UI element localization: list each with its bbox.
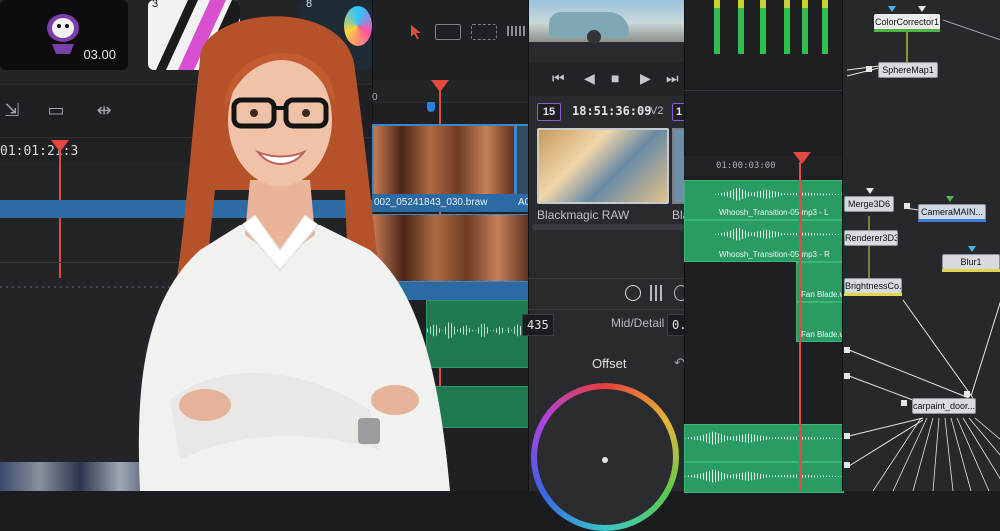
audio-track-right[interactable]: Whoosh_Transition-05.mp3 - R	[684, 220, 844, 262]
reverse-icon[interactable]: ◀	[584, 70, 595, 87]
color-wheels-icon[interactable]	[625, 285, 641, 301]
audio-meter	[738, 0, 744, 54]
clip-codec-label: Blackmagic RAW	[537, 208, 630, 222]
stop-icon[interactable]: ■	[611, 70, 619, 86]
node-color-bar	[918, 219, 986, 222]
node-input-icon	[866, 188, 874, 194]
node-sphere-map[interactable]: SphereMap1	[878, 62, 938, 78]
node-input-icon	[946, 196, 954, 202]
audio-clip-label: Whoosh_Transition-05.mp3 - L	[719, 208, 829, 217]
playhead-line	[799, 162, 801, 491]
node-camera[interactable]: CameraMAIN...	[918, 204, 986, 220]
audio-meter	[784, 0, 790, 54]
dynamic-trim-icon[interactable]	[471, 24, 497, 40]
node-port[interactable]	[844, 373, 850, 379]
play-icon[interactable]: ▶	[640, 70, 651, 87]
color-tools-toolbar	[528, 278, 688, 310]
node-color-bar	[942, 269, 1000, 272]
node-port[interactable]	[844, 347, 850, 353]
filmstrip-icon[interactable]	[507, 26, 527, 36]
audio-meter	[714, 0, 720, 54]
offset-wheel-label: Offset	[592, 356, 627, 371]
node-port[interactable]	[866, 66, 872, 72]
audio-meter	[802, 0, 808, 54]
clip-strip-scrollbar[interactable]	[532, 224, 684, 230]
node-port[interactable]	[904, 203, 910, 209]
car-wheel	[587, 30, 601, 44]
hand	[371, 385, 419, 415]
node-blur[interactable]: Blur1	[942, 254, 1000, 270]
overwrite-icon[interactable]: ▭	[44, 99, 68, 121]
node-color-corrector[interactable]: ColorCorrector1	[874, 14, 940, 30]
node-input-icon	[918, 6, 926, 12]
node-color-bar	[844, 293, 902, 296]
divider	[684, 90, 842, 91]
node-port[interactable]	[901, 400, 907, 406]
audio-track-ambience-2[interactable]	[684, 462, 844, 493]
audio-meter	[760, 0, 766, 54]
split-clip-icon[interactable]: ⇹	[92, 99, 116, 121]
audio-meter	[822, 0, 828, 54]
node-input-icon	[968, 246, 976, 252]
audio-clip-fan-blade-2[interactable]: Fan Blade.w	[796, 302, 844, 342]
audio-clip-label: Fan Blade.w	[801, 330, 844, 339]
audio-track-ambience[interactable]	[684, 424, 844, 462]
node-input-icon	[888, 6, 896, 12]
presenter-photo	[138, 16, 451, 491]
track-label: V2	[650, 105, 664, 117]
hand	[179, 389, 231, 421]
node-merge3d[interactable]: Merge3D6	[844, 196, 894, 212]
thumbnail-duration: 03.00	[83, 47, 116, 62]
node-color-bar	[874, 29, 940, 32]
fairlight-timecode: 01:00:03:00	[716, 161, 776, 171]
wristwatch	[358, 418, 380, 444]
media-thumbnail-logo[interactable]: 03.00	[0, 0, 128, 70]
go-to-end-icon[interactable]: ⏭	[666, 70, 679, 87]
node-brightness[interactable]: BrightnessCo...	[844, 278, 902, 294]
audio-clip-label: Fan Blade.w	[801, 290, 844, 299]
go-to-start-icon[interactable]: ⏮	[552, 70, 565, 87]
node-carpaint[interactable]: carpaint_door...	[912, 398, 976, 414]
audio-track-left[interactable]: Whoosh_Transition-05.mp3 - L	[684, 180, 844, 220]
clip-timecode: 18:51:36:09	[572, 104, 652, 118]
mid-detail-label: Mid/Detail	[611, 316, 665, 330]
audio-waveform	[715, 227, 843, 242]
lift-value-field[interactable]: 435	[522, 314, 554, 336]
clip-thumbnail-selected[interactable]	[537, 128, 669, 204]
audio-clip-label: Whoosh_Transition-05.mp3 - R	[719, 250, 830, 259]
node-port[interactable]	[844, 433, 850, 439]
node-renderer3d[interactable]: Renderer3D3	[844, 230, 898, 246]
audio-waveform	[685, 431, 843, 446]
node-port[interactable]	[964, 391, 970, 397]
viewer-frame[interactable]	[529, 0, 685, 44]
clip-number-badge: 15	[537, 103, 561, 121]
audio-clip-fan-blade[interactable]: Fan Blade.w	[796, 262, 844, 302]
audio-waveform	[685, 469, 843, 484]
trim-tool-icon[interactable]: ⇲	[0, 99, 24, 121]
node-port[interactable]	[844, 462, 850, 468]
audio-waveform	[715, 187, 843, 202]
playhead-handle[interactable]	[793, 152, 811, 164]
color-wheel-handle[interactable]	[602, 457, 608, 463]
primaries-bars-icon[interactable]	[650, 285, 664, 301]
